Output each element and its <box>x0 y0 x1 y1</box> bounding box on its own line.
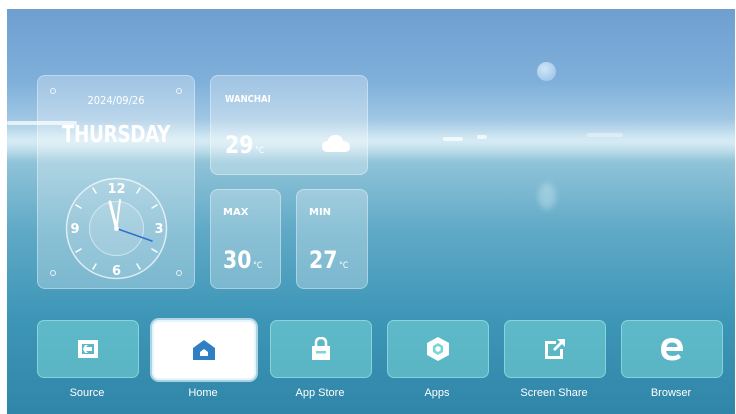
temperature-unit: °C <box>255 146 265 156</box>
clock-center <box>114 226 119 231</box>
corner-dot <box>50 270 56 276</box>
clock-numeral-6: 6 <box>112 264 121 279</box>
dock-label-apps: Apps <box>424 387 450 399</box>
store-bag-icon <box>312 337 330 360</box>
weather-widget[interactable]: WANCHAI 29 °C <box>210 75 368 175</box>
dock-label-app-store: App Store <box>295 387 345 399</box>
dock-label-browser: Browser <box>650 387 692 399</box>
dock-item-app-store[interactable] <box>270 320 372 378</box>
cloud-icon <box>322 135 350 152</box>
max-temperature-widget[interactable]: MAX 30 °C <box>210 189 281 289</box>
source-input-icon <box>78 340 98 358</box>
corner-dot <box>176 270 182 276</box>
max-temperature: 30 °C <box>223 246 262 274</box>
current-temperature-value: 29 <box>225 131 254 159</box>
current-temperature: 29 °C <box>225 131 264 159</box>
dock-label-home: Home <box>188 387 218 399</box>
tv-home-screen: 2024/09/26 THURSDAY 12 3 6 9 WANCHAI 29 … <box>7 9 735 414</box>
dock-item-browser[interactable] <box>621 320 723 378</box>
dock-item-home[interactable] <box>152 320 256 380</box>
screen-share-icon <box>545 339 565 359</box>
cloud-streak <box>477 135 487 139</box>
home-icon <box>193 340 215 360</box>
min-temperature-widget[interactable]: MIN 27 °C <box>296 189 368 289</box>
date-label: 2024/09/26 <box>87 94 145 107</box>
dock-label-screen-share: Screen Share <box>520 387 588 399</box>
max-temperature-value: 30 <box>223 246 252 274</box>
apps-hexagon-icon <box>427 337 449 361</box>
browser-e-icon <box>661 338 683 361</box>
weekday-label: THURSDAY <box>61 122 171 148</box>
moon <box>537 62 556 81</box>
temperature-unit: °C <box>339 261 349 271</box>
clock-widget[interactable]: 2024/09/26 THURSDAY 12 3 6 9 <box>37 75 195 289</box>
dock-item-source[interactable] <box>37 320 139 378</box>
city-label: WANCHAI <box>225 94 271 105</box>
max-label: MAX <box>223 207 249 218</box>
clock-numeral-3: 3 <box>154 222 163 237</box>
clock-numeral-9: 9 <box>70 222 79 237</box>
min-temperature-value: 27 <box>309 246 338 274</box>
cloud-streak <box>443 137 463 141</box>
min-temperature: 27 °C <box>309 246 348 274</box>
analog-clock: 12 3 6 9 <box>65 177 168 280</box>
cloud-streak <box>587 133 623 137</box>
dock-item-apps[interactable] <box>387 320 489 378</box>
clock-numeral-12: 12 <box>107 182 125 197</box>
temperature-unit: °C <box>253 261 263 271</box>
min-label: MIN <box>309 207 332 218</box>
dock-label-source: Source <box>69 387 105 399</box>
dock-item-screen-share[interactable] <box>504 320 606 378</box>
app-dock: Source Home App Store Apps Screen Share … <box>7 320 735 414</box>
moon-reflection <box>538 183 556 209</box>
